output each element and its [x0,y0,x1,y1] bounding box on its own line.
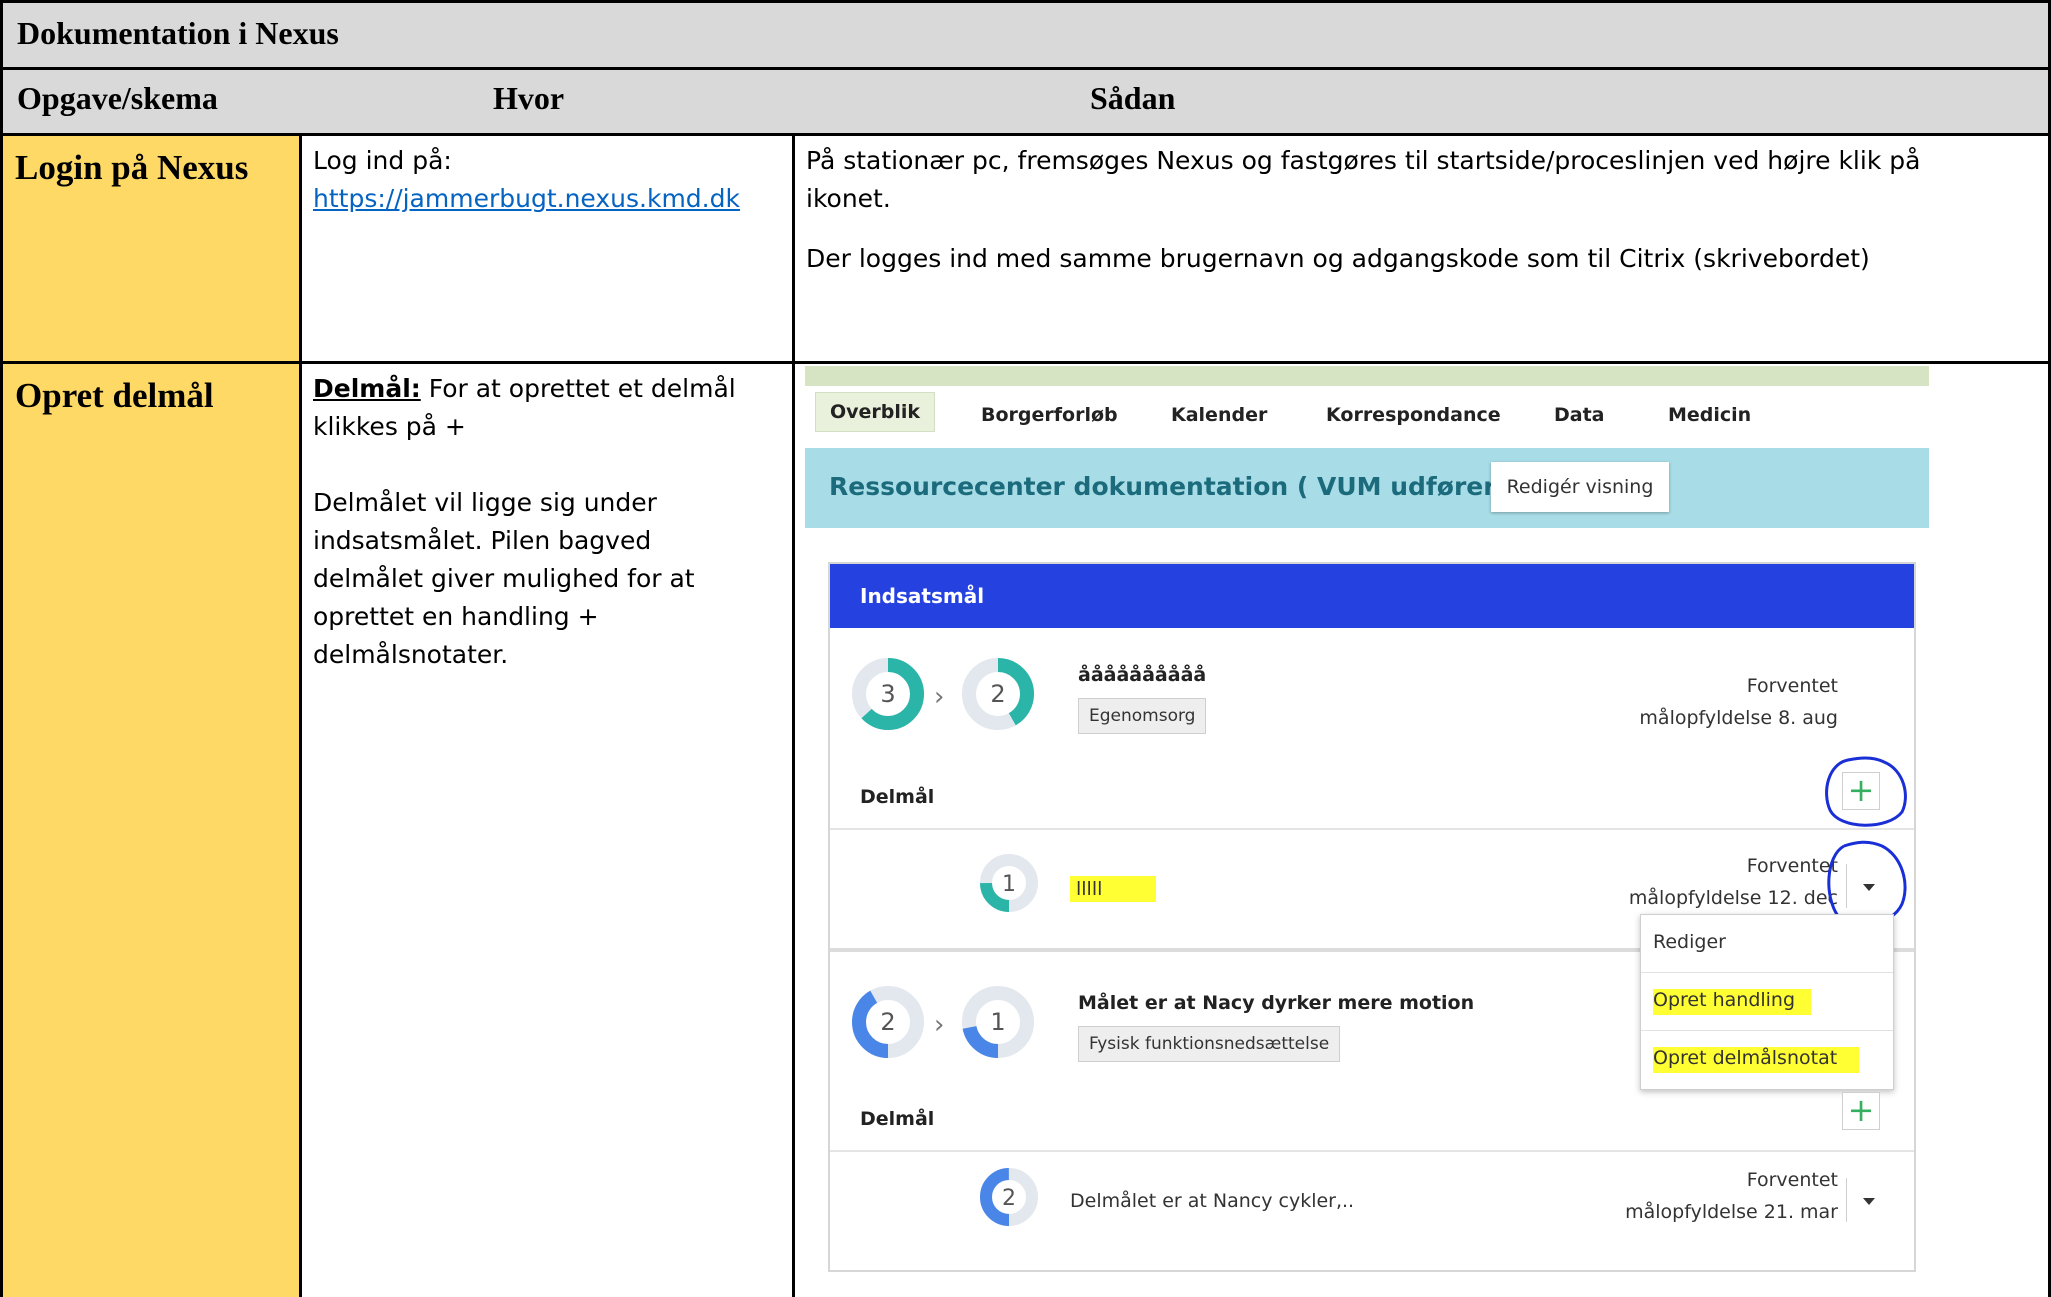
goal1-to: 2 [990,680,1005,708]
row1-hvor-cell: Log ind på: https://jammerbugt.nexus.kmd… [302,136,795,364]
sub1-level-ring: 1 [980,854,1038,912]
card-title: Indsatsmål [860,584,985,608]
goal1-tag: Egenomsorg [1078,698,1207,734]
goal2-delmaal-label: Delmål [860,1108,935,1130]
row1-task-cell: Login på Nexus [0,136,302,364]
nexus-login-link[interactable]: https://jammerbugt.nexus.kmd.dk [313,180,773,218]
goal2-name[interactable]: Målet er at Nacy dyrker mere motion [1078,992,1474,1014]
menu-item-rediger[interactable]: Rediger [1641,915,1893,973]
row2-hvor-p1: Delmål: For at oprettet et delmål klikke… [313,370,753,446]
table-title-row: Dokumentation i Nexus [0,0,2051,70]
sub1-name[interactable]: lllll [1070,876,1157,902]
menu-item-opret-handling[interactable]: Opret handling [1641,973,1893,1031]
chevron-down-icon [1863,1198,1875,1205]
row1-sadan-p2: Der logges ind med samme brugernavn og a… [806,244,1870,273]
tab-data[interactable]: Data [1554,404,1605,426]
goal2-to-level-ring: 1 [962,986,1034,1058]
row2-task-cell: Opret delmål [0,364,302,1297]
nexus-screenshot: Overblik Borgerforløb Kalender Korrespon… [805,366,1929,1297]
tab-overblik[interactable]: Overblik [815,392,936,432]
separator [830,828,1914,830]
goal2-from: 2 [880,1008,895,1036]
goal1-delmaal-label: Delmål [860,786,935,808]
sub2-expected-l2: målopfyldelse 21. mar [1625,1201,1838,1223]
goal2-from-level-ring: 2 [852,986,924,1058]
separator [830,1150,1914,1152]
card-header: Indsatsmål [830,564,1914,628]
dashboard-title: Ressourcecenter dokumentation ( VUM udfø… [829,472,1508,501]
table-title: Dokumentation i Nexus [17,15,339,51]
sub2-expected-l1: Forventet [1746,1169,1838,1191]
sub1-expected-l2: målopfyldelse 12. dec [1628,887,1838,909]
row2-hvor-cell: Delmål: For at oprettet et delmål klikke… [302,364,795,1297]
nexus-topbar [805,366,1929,386]
header-opgave: Opgave/skema [17,80,218,116]
row1-task: Login på Nexus [15,148,249,187]
row1-sadan-p1: På stationær pc, fremsøges Nexus og fast… [806,146,1921,213]
goal1-to-level-ring: 2 [962,658,1034,730]
delmaal-label: Delmål: [313,374,421,403]
header-hvor: Hvor [493,80,565,116]
dashboard-banner: Ressourcecenter dokumentation ( VUM udfø… [805,448,1929,528]
nexus-tab-bar: Overblik Borgerforløb Kalender Korrespon… [805,388,1929,449]
goal1-name[interactable]: åååååååååå [1078,664,1206,686]
goal1-expected-l2: målopfyldelse 8. aug [1639,707,1838,729]
add-delmaal-button[interactable]: + [1842,1092,1880,1130]
tab-medicin[interactable]: Medicin [1668,404,1751,426]
row2-hvor-p2: Delmålet vil ligge sig under indsatsmåle… [313,488,695,669]
tab-kalender[interactable]: Kalender [1171,404,1267,426]
tab-korrespondance[interactable]: Korrespondance [1326,404,1501,426]
sub1-expected-l1: Forventet [1746,855,1838,877]
tab-borgerforloeb[interactable]: Borgerforløb [981,404,1118,426]
goal1-from-level-ring: 3 [852,658,924,730]
row2-task: Opret delmål [15,376,214,415]
chevron-right-icon: › [934,1010,945,1040]
sub1-level: 1 [1002,872,1016,897]
goal2-to: 1 [990,1008,1005,1036]
indsatsmaal-card: Indsatsmål 3 › 2 åååååååååå Egenomsorg F… [828,562,1916,1272]
sub2-level-ring: 2 [980,1168,1038,1226]
row1-hvor-text: Log ind på: [313,146,452,175]
edit-view-button[interactable]: Redigér visning [1491,462,1669,512]
sub2-level: 2 [1002,1186,1016,1211]
sub2-name[interactable]: Delmålet er at Nancy cykler,.. [1070,1190,1354,1212]
annotation-circle-plus [1825,756,1907,827]
goal1-expected-l1: Forventet [1746,675,1838,697]
sub1-action-menu: Rediger Opret handling Opret delmålsnota… [1640,914,1894,1090]
sub2-dropdown-button[interactable] [1846,1178,1889,1222]
header-sadan: Sådan [1090,80,1176,116]
menu-item-opret-delmaalsnotat[interactable]: Opret delmålsnotat [1641,1031,1893,1089]
table-header-row: Opgave/skema Hvor Sådan [0,70,2051,136]
document-table: Dokumentation i Nexus Opgave/skema Hvor … [0,0,2051,1297]
goal1-from: 3 [880,680,895,708]
goal2-tag: Fysisk funktionsnedsættelse [1078,1026,1341,1062]
chevron-right-icon: › [934,682,945,712]
row1-sadan-cell: På stationær pc, fremsøges Nexus og fast… [795,136,2051,364]
